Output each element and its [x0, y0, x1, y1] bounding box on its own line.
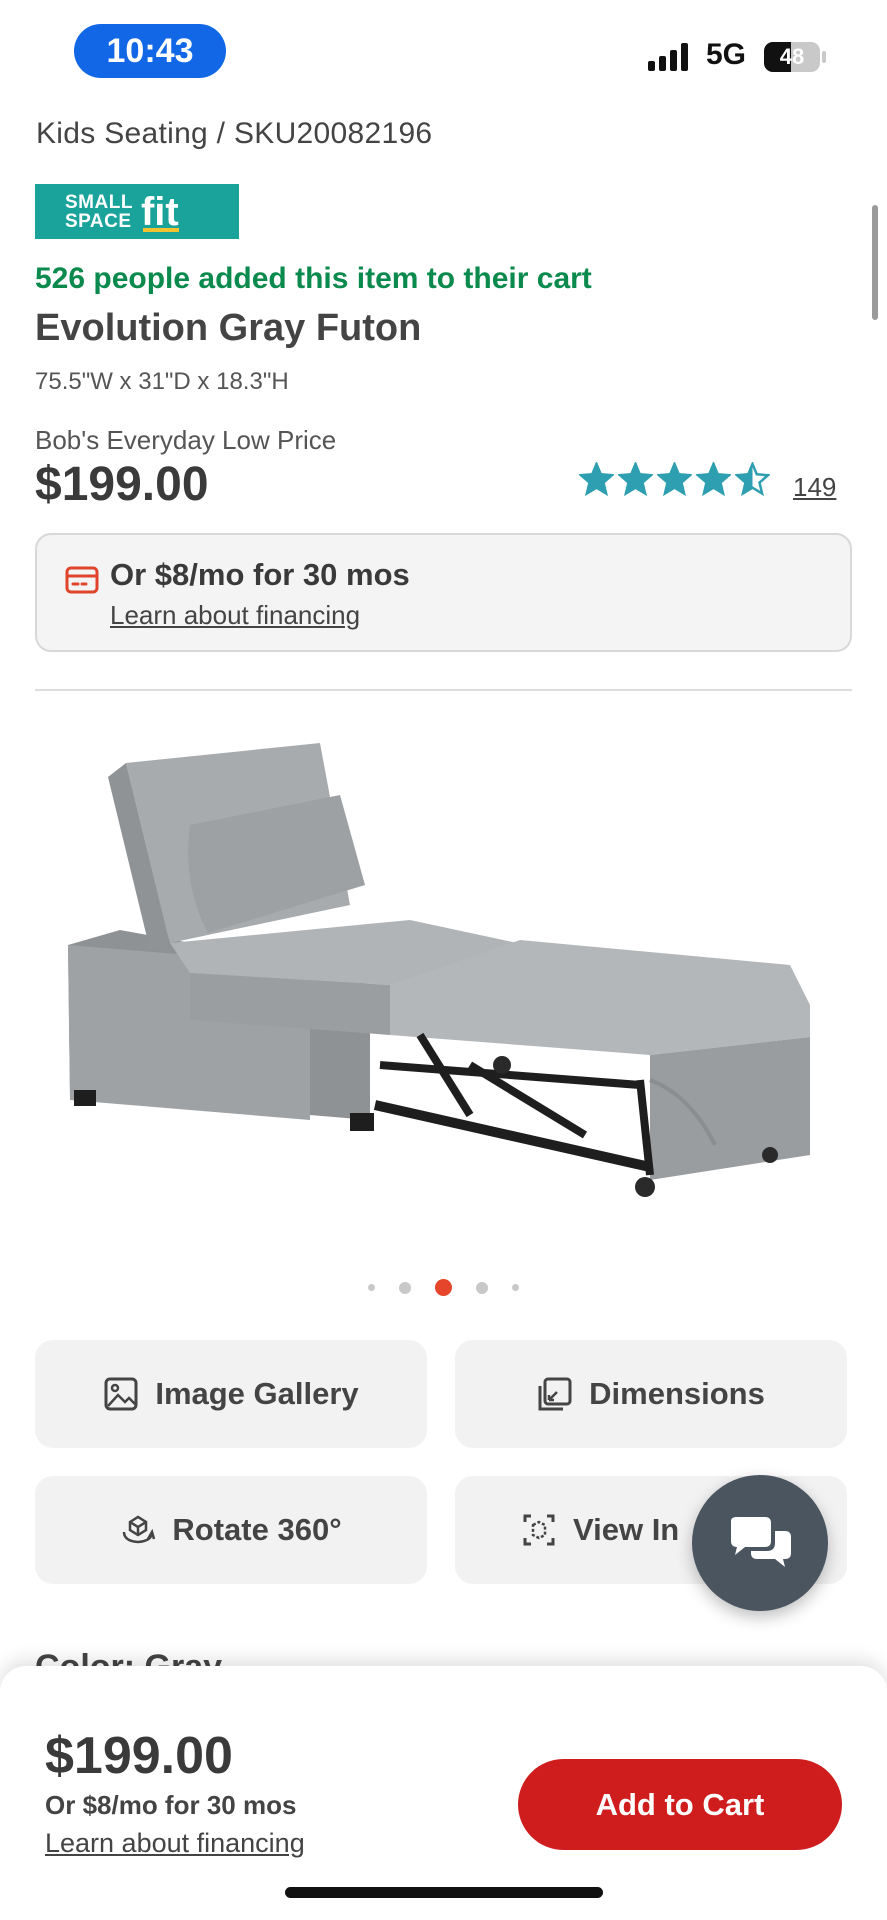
- star-icon: [579, 462, 614, 497]
- product-price: $199.00: [35, 458, 209, 511]
- carousel-dot-active[interactable]: [435, 1279, 452, 1296]
- dimensions-label: Dimensions: [589, 1376, 765, 1411]
- financing-monthly: Or $8/mo for 30 mos: [110, 557, 410, 592]
- breadcrumb[interactable]: Kids Seating / SKU20082196: [36, 117, 432, 151]
- badge-line-2: SPACE: [65, 210, 132, 232]
- financing-link[interactable]: Learn about financing: [110, 600, 360, 631]
- battery-tip: [822, 51, 826, 63]
- sticky-cart-bar: $199.00 Or $8/mo for 30 mos Learn about …: [0, 1666, 887, 1920]
- chat-button[interactable]: [692, 1475, 828, 1611]
- rotate-360-button[interactable]: Rotate 360°: [35, 1476, 427, 1584]
- price-label: Bob's Everyday Low Price: [35, 425, 337, 455]
- network-label: 5G: [706, 38, 747, 71]
- star-rating[interactable]: [579, 462, 770, 497]
- product-title: Evolution Gray Futon: [35, 307, 422, 349]
- star-icon: [657, 462, 692, 497]
- status-bar: 10:43 5G 48: [0, 0, 887, 100]
- badge-line-1: SMALL: [65, 191, 133, 213]
- sticky-monthly: Or $8/mo for 30 mos: [45, 1790, 297, 1820]
- star-icon: [735, 462, 770, 497]
- image-gallery-button[interactable]: Image Gallery: [35, 1340, 427, 1448]
- divider: [35, 689, 852, 691]
- carousel-dot[interactable]: [476, 1281, 488, 1294]
- view-in-label: View In: [573, 1512, 680, 1547]
- credit-card-icon: [65, 566, 99, 594]
- product-dimensions: 75.5"W x 31"D x 18.3"H: [35, 368, 289, 395]
- rotate-360-icon: [123, 1515, 156, 1544]
- carousel-dot[interactable]: [512, 1284, 519, 1291]
- carousel-dot[interactable]: [399, 1281, 411, 1294]
- status-time: 10:43: [74, 24, 226, 78]
- home-indicator[interactable]: [285, 1887, 603, 1898]
- carousel-dot[interactable]: [368, 1284, 375, 1291]
- star-icon: [696, 462, 731, 497]
- image-gallery-label: Image Gallery: [155, 1376, 359, 1411]
- battery-level: 48: [779, 44, 805, 69]
- badge-text-block: SMALL SPACE: [65, 193, 133, 231]
- review-count-link[interactable]: 149: [793, 472, 836, 503]
- badge-fit-word: fit: [140, 189, 179, 234]
- dimensions-button[interactable]: Dimensions: [455, 1340, 847, 1448]
- carousel-dots[interactable]: [0, 1279, 887, 1296]
- financing-box: Or $8/mo for 30 mos Learn about financin…: [35, 533, 852, 652]
- small-space-fit-badge: SMALL SPACE fit: [35, 184, 239, 239]
- chat-bubbles-icon: [731, 1517, 791, 1567]
- star-icon: [618, 462, 653, 497]
- product-image[interactable]: [50, 735, 840, 1215]
- sticky-financing-link[interactable]: Learn about financing: [45, 1828, 305, 1859]
- add-to-cart-button[interactable]: Add to Cart: [518, 1759, 842, 1850]
- battery-icon: 48: [764, 42, 820, 72]
- scrollbar[interactable]: [872, 205, 878, 320]
- image-icon: [104, 1377, 138, 1411]
- view-in-room-icon: [523, 1514, 555, 1546]
- rotate-360-label: Rotate 360°: [172, 1512, 342, 1547]
- dimensions-icon: [538, 1377, 572, 1411]
- sticky-price: $199.00: [45, 1727, 233, 1785]
- social-proof-text: 526 people added this item to their cart: [35, 262, 592, 295]
- signal-icon: [648, 43, 688, 71]
